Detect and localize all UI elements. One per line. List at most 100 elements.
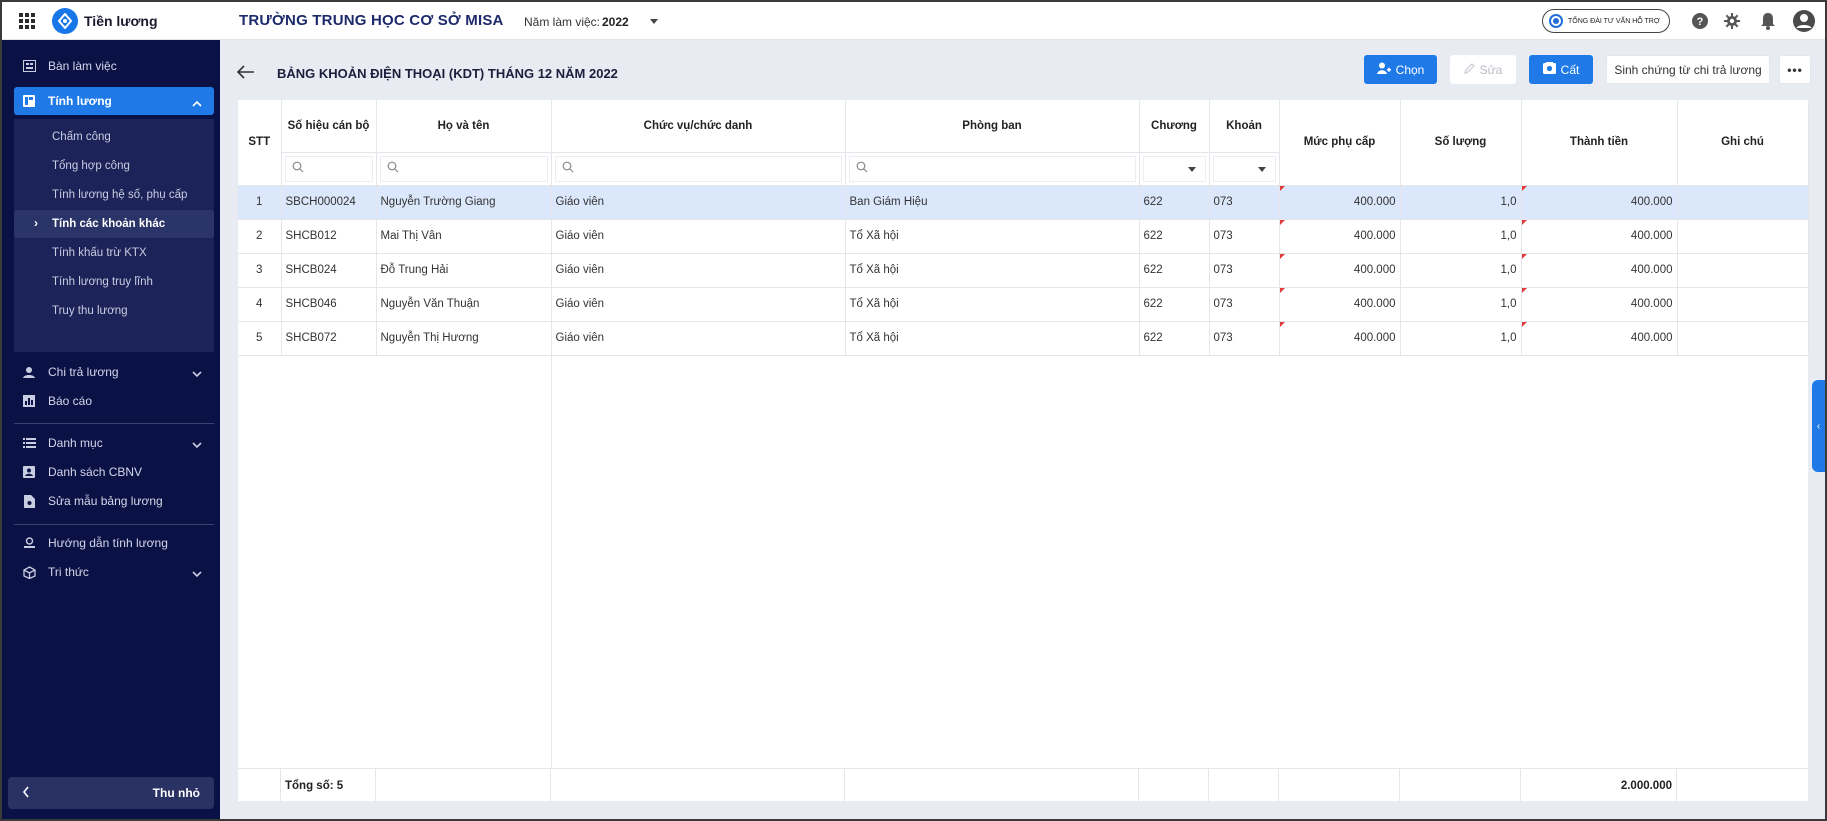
help-icon[interactable]: ? [1690, 11, 1710, 31]
year-dropdown-icon[interactable] [650, 19, 658, 24]
filter-chapter-dropdown[interactable] [1139, 152, 1210, 186]
cell-allowance[interactable]: 400.000 [1279, 287, 1401, 322]
cell-stt: 4 [238, 287, 282, 322]
cell-quantity[interactable]: 1,0 [1400, 253, 1522, 288]
submenu-item-attendance-summary[interactable]: Tổng hợp công [14, 152, 214, 180]
page-title: BẢNG KHOẢN ĐIỆN THOẠI (KDT) THÁNG 12 NĂM… [277, 66, 618, 81]
cell-amount[interactable]: 400.000 [1521, 321, 1678, 356]
cell-position: Giáo viên [551, 185, 846, 220]
cell-note[interactable] [1677, 321, 1809, 356]
desk-icon [22, 59, 36, 73]
payroll-table-card: STT Số hiệu cán bộ Họ và tên Chức vụ/chứ… [238, 100, 1809, 802]
sidebar-item-staff-list[interactable]: Danh sách CBNV [14, 458, 214, 486]
header-row: STT Số hiệu cán bộ Họ và tên Chức vụ/chứ… [238, 100, 1809, 186]
table-row[interactable]: 4 SHCB046 Nguyễn Văn Thuận Giáo viên Tổ … [238, 287, 1809, 322]
chevron-right-icon: › [34, 216, 38, 230]
submenu-item-coefficient-salary[interactable]: Tính lương hệ số, phụ cấp [14, 181, 214, 209]
cell-staff-id: SHCB024 [281, 253, 377, 288]
knowledge-icon [22, 565, 36, 579]
cell-allowance[interactable]: 400.000 [1279, 253, 1401, 288]
cell-allowance[interactable]: 400.000 [1279, 321, 1401, 356]
table-row[interactable]: 1 SBCH000024 Nguyễn Trường Giang Giáo vi… [238, 185, 1809, 220]
cell-amount[interactable]: 400.000 [1521, 219, 1678, 254]
cell-stt: 1 [238, 185, 282, 220]
cell-note[interactable] [1677, 219, 1809, 254]
choose-button[interactable]: Chọn [1364, 55, 1437, 84]
column-header-department[interactable]: Phòng ban [845, 100, 1140, 153]
chevron-down-icon [192, 367, 202, 381]
footer-cell [845, 769, 1139, 802]
cell-note[interactable] [1677, 253, 1809, 288]
edit-button[interactable]: Sửa [1450, 55, 1516, 84]
sidebar-item-label: Bàn làm việc [48, 59, 117, 73]
submenu-item-retro-salary[interactable]: Tính lương truy lĩnh [14, 268, 214, 296]
working-year-value[interactable]: 2022 [602, 15, 629, 29]
choose-button-label: Chọn [1395, 62, 1425, 77]
cell-amount-value: 400.000 [1630, 332, 1673, 344]
collapse-sidebar-button[interactable]: Thu nhỏ [8, 777, 214, 809]
column-header-chapter[interactable]: Chương [1139, 100, 1210, 153]
table-row[interactable]: 5 SHCB072 Nguyễn Thị Hương Giáo viên Tổ … [238, 321, 1809, 356]
table-row[interactable]: 2 SHCB012 Mai Thị Vân Giáo viên Tổ Xã hộ… [238, 219, 1809, 254]
sidebar-item-edit-template[interactable]: Sửa mẫu bảng lương [14, 487, 214, 515]
filter-department[interactable] [845, 152, 1140, 186]
footer-cell [551, 769, 845, 802]
cell-note[interactable] [1677, 287, 1809, 322]
filter-staff-id[interactable] [281, 152, 377, 186]
notification-bell-icon[interactable] [1758, 11, 1778, 31]
column-header-full-name[interactable]: Họ và tên [376, 100, 552, 153]
cell-amount[interactable]: 400.000 [1521, 253, 1678, 288]
filter-position[interactable] [551, 152, 846, 186]
cell-stt: 2 [238, 219, 282, 254]
expand-panel-tab[interactable]: ‹ [1812, 380, 1825, 472]
table-row[interactable]: 3 SHCB024 Đỗ Trung Hải Giáo viên Tổ Xã h… [238, 253, 1809, 288]
sidebar-item-guide[interactable]: Hướng dẫn tính lương [14, 529, 214, 557]
back-arrow-icon[interactable] [236, 63, 255, 84]
sidebar-item-knowledge[interactable]: Tri thức [14, 558, 214, 586]
save-button[interactable]: Cất [1529, 55, 1593, 84]
app-grid-icon[interactable] [19, 13, 35, 29]
filter-item-dropdown[interactable] [1209, 152, 1280, 186]
generate-payment-voucher-button[interactable]: Sinh chứng từ chi trả lương [1606, 55, 1770, 84]
search-icon [387, 161, 399, 176]
submenu-item-salary-recovery[interactable]: Truy thu lương [14, 297, 214, 325]
cell-allowance-value: 400.000 [1353, 332, 1396, 344]
column-header-note[interactable]: Ghi chú [1677, 100, 1809, 186]
column-header-quantity[interactable]: Số lượng [1400, 100, 1522, 186]
cell-quantity[interactable]: 1,0 [1400, 219, 1522, 254]
filter-full-name[interactable] [376, 152, 552, 186]
column-header-position[interactable]: Chức vụ/chức danh [551, 100, 846, 153]
submenu-item-label: Tính các khoản khác [52, 218, 166, 230]
cell-note[interactable] [1677, 185, 1809, 220]
settings-gear-icon[interactable] [1722, 11, 1742, 31]
search-icon [856, 161, 868, 176]
column-header-allowance[interactable]: Mức phụ cấp [1279, 100, 1401, 186]
sidebar-item-reports[interactable]: Báo cáo [14, 387, 214, 415]
cell-item: 073 [1209, 253, 1280, 288]
submenu-item-dorm-deduction[interactable]: Tính khấu trừ KTX [14, 239, 214, 267]
cell-quantity[interactable]: 1,0 [1400, 321, 1522, 356]
sidebar-item-salary-payment[interactable]: Chi trả lương [14, 358, 214, 386]
cell-quantity[interactable]: 1,0 [1400, 185, 1522, 220]
cell-quantity[interactable]: 1,0 [1400, 287, 1522, 322]
sidebar-item-payroll[interactable]: Tính lương [14, 87, 214, 115]
more-options-icon[interactable]: ••• [1779, 55, 1811, 84]
sidebar-item-desk[interactable]: Bàn làm việc [14, 52, 214, 80]
cell-staff-id: SHCB012 [281, 219, 377, 254]
cell-amount[interactable]: 400.000 [1521, 287, 1678, 322]
top-bar: Tiền lương TRƯỜNG TRUNG HỌC CƠ SỞ MISA N… [2, 2, 1825, 40]
column-header-item[interactable]: Khoản [1209, 100, 1280, 153]
sidebar-item-catalog[interactable]: Danh mục [14, 429, 214, 457]
cell-allowance[interactable]: 400.000 [1279, 219, 1401, 254]
column-header-staff-id[interactable]: Số hiệu cán bộ [281, 100, 377, 153]
cell-chapter: 622 [1139, 321, 1210, 356]
user-avatar-icon[interactable] [1792, 9, 1816, 33]
footer-cell [376, 769, 551, 802]
footer-total-count: Tổng số: 5 [281, 769, 376, 802]
column-header-amount[interactable]: Thành tiền [1521, 100, 1678, 186]
cell-amount[interactable]: 400.000 [1521, 185, 1678, 220]
cell-allowance[interactable]: 400.000 [1279, 185, 1401, 220]
support-hotline-button[interactable]: TỔNG ĐÀI TƯ VẤN HỖ TRỢ [1542, 9, 1670, 33]
submenu-item-other-payments[interactable]: › Tính các khoản khác [14, 210, 214, 238]
submenu-item-timekeeping[interactable]: Chấm công [14, 123, 214, 151]
